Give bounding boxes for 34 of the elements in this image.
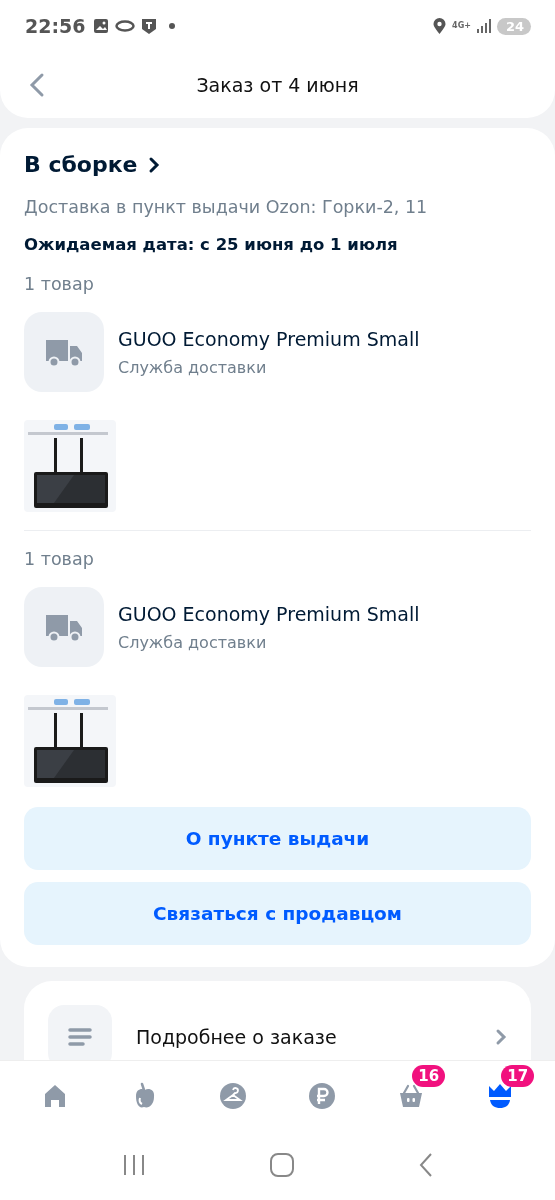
home-icon[interactable] bbox=[268, 1152, 295, 1179]
order-details-row[interactable]: Подробнее о заказе bbox=[24, 981, 531, 1061]
ring-icon bbox=[115, 20, 136, 32]
list-icon bbox=[68, 1028, 92, 1046]
count-badge: 17 bbox=[501, 1065, 535, 1088]
delivery-service-label: Служба доставки bbox=[118, 632, 268, 652]
chevron-icon bbox=[147, 155, 160, 174]
item-count: 1 товар bbox=[24, 274, 95, 294]
truck-icon bbox=[44, 612, 84, 642]
truck-icon bbox=[44, 337, 84, 367]
count-badge: 16 bbox=[412, 1065, 446, 1088]
item-count: 1 товар bbox=[24, 549, 95, 569]
signal-icon bbox=[476, 19, 491, 33]
location-icon bbox=[433, 17, 447, 35]
delivery-service-name: GUOO Economy Premium Small bbox=[118, 327, 420, 350]
chevron-icon bbox=[495, 1028, 507, 1046]
network-label: 4G+ bbox=[452, 22, 471, 30]
action-button[interactable]: Связаться с продавцом bbox=[24, 882, 531, 945]
shield-icon bbox=[141, 17, 158, 35]
recent-apps-icon[interactable] bbox=[121, 1153, 146, 1178]
image-icon bbox=[93, 18, 110, 34]
delivery-service-name: GUOO Economy Premium Small bbox=[118, 602, 420, 625]
action-button[interactable]: О пункте выдачи bbox=[24, 807, 531, 870]
back-icon[interactable] bbox=[417, 1152, 434, 1179]
dot-icon bbox=[169, 23, 176, 29]
expected-date: Ожидаемая дата: с 25 июня до 1 июля bbox=[24, 235, 399, 254]
nav-tab[interactable]: 16 bbox=[378, 1065, 445, 1128]
delivery-service-label: Служба доставки bbox=[118, 357, 268, 377]
order-status-link[interactable]: В сборке bbox=[24, 152, 160, 177]
clock: 22:56 bbox=[25, 15, 86, 37]
nav-tab[interactable]: 17 bbox=[467, 1065, 534, 1128]
delivery-address: Доставка в пункт выдачи Ozon: Горки-2, 11 bbox=[24, 197, 429, 217]
back-icon[interactable] bbox=[28, 72, 46, 98]
page-title: Заказ от 4 июня bbox=[196, 74, 359, 96]
